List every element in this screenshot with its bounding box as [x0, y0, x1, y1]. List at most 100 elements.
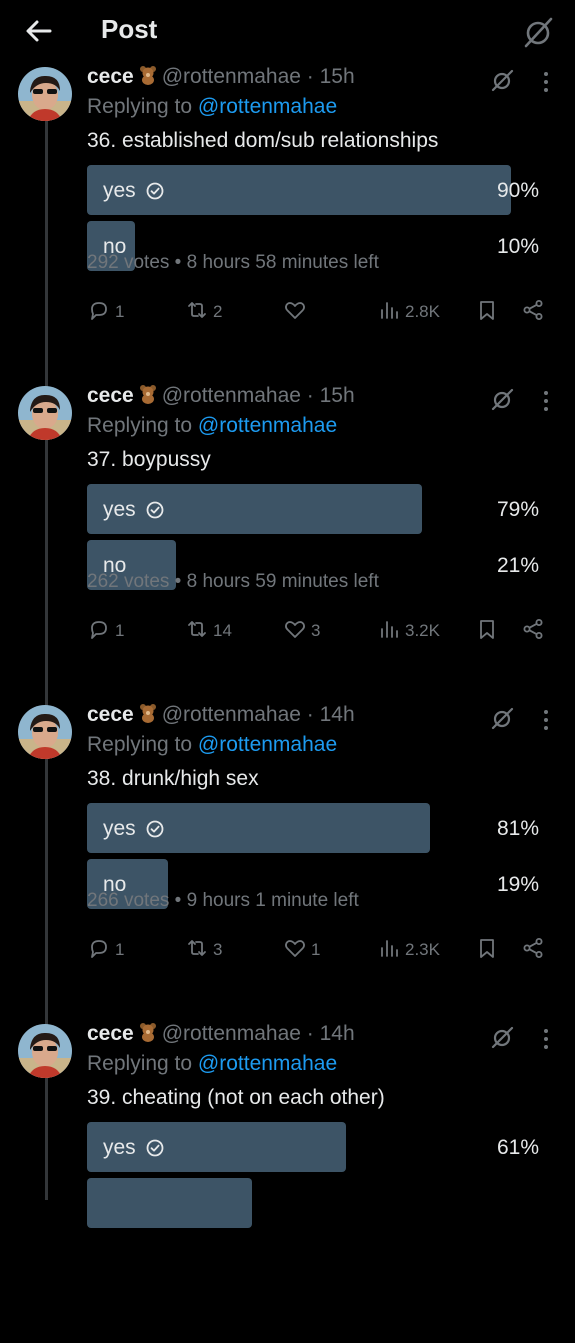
grok-icon[interactable]: [490, 705, 516, 731]
share-icon: [521, 936, 545, 965]
share-button[interactable]: [521, 937, 545, 963]
repost-icon: [185, 298, 209, 327]
tweet-card[interactable]: cece @rottenmahae · 14h Replying to @rot…: [0, 703, 575, 1024]
teddy-bear-emoji-icon: [138, 703, 158, 723]
like-button[interactable]: 1: [283, 937, 320, 963]
grok-icon[interactable]: [490, 67, 516, 93]
heart-icon: [283, 936, 307, 965]
bookmark-button[interactable]: [475, 937, 499, 963]
repost-icon: [185, 617, 209, 646]
replying-to-link[interactable]: @rottenmahae: [198, 95, 337, 118]
more-options-icon[interactable]: [536, 71, 556, 93]
post-time: · 14h: [306, 1022, 355, 1045]
poll-option: yes 90%: [87, 165, 557, 215]
action-bar: 1 3 1 2.3K: [87, 937, 557, 967]
tweet-card[interactable]: cece @rottenmahae · 14h Replying to @rot…: [0, 1022, 575, 1343]
repost-icon: [185, 936, 209, 965]
poll-percentage: 10%: [496, 235, 539, 258]
vote-count: 266 votes: [87, 890, 170, 911]
reply-button[interactable]: 1: [87, 299, 124, 325]
action-count: 1: [115, 621, 125, 640]
tweet-text: 37. boypussy: [87, 448, 211, 471]
author-name[interactable]: cece: [87, 384, 134, 407]
reply-icon: [87, 936, 111, 965]
vote-count: 292 votes: [87, 252, 170, 273]
bookmark-icon: [475, 298, 499, 327]
views-button[interactable]: 2.8K: [377, 299, 440, 325]
author-handle[interactable]: @rottenmahae: [162, 1022, 301, 1045]
replying-to: Replying to @rottenmahae: [87, 1052, 337, 1076]
views-button[interactable]: 2.3K: [377, 937, 440, 963]
tweet-text: 38. drunk/high sex: [87, 767, 259, 790]
poll-option: yes 81%: [87, 803, 557, 853]
tweet-header: cece @rottenmahae · 14h: [87, 1022, 355, 1046]
teddy-bear-emoji-icon: [138, 1022, 158, 1042]
tweet-card[interactable]: cece @rottenmahae · 15h Replying to @rot…: [0, 384, 575, 705]
action-count: 3: [213, 940, 223, 959]
bookmark-button[interactable]: [475, 618, 499, 644]
replying-prefix: Replying to: [87, 414, 193, 437]
author-name[interactable]: cece: [87, 65, 134, 88]
poll-option-label: yes: [103, 817, 164, 841]
poll-stats: 292 votes • 8 hours 58 minutes left: [87, 252, 379, 273]
action-count: 2.8K: [405, 302, 440, 321]
author-name[interactable]: cece: [87, 703, 134, 726]
action-count: 3.2K: [405, 621, 440, 640]
action-count: 1: [311, 940, 321, 959]
author-handle[interactable]: @rottenmahae: [162, 384, 301, 407]
reply-button[interactable]: 1: [87, 937, 124, 963]
replying-to: Replying to @rottenmahae: [87, 733, 337, 757]
more-options-icon[interactable]: [536, 1028, 556, 1050]
time-left: 8 hours 59 minutes left: [186, 571, 379, 592]
avatar[interactable]: [18, 67, 72, 121]
grok-icon[interactable]: [490, 386, 516, 412]
share-button[interactable]: [521, 299, 545, 325]
poll-percentage: 61%: [496, 1136, 539, 1159]
action-count: 2: [213, 302, 223, 321]
more-options-icon[interactable]: [536, 390, 556, 412]
post-time: · 15h: [306, 65, 355, 88]
reply-button[interactable]: 1: [87, 618, 124, 644]
teddy-bear-emoji-icon: [138, 65, 158, 85]
action-count: 14: [213, 621, 232, 640]
poll-percentage: 21%: [496, 554, 539, 577]
share-icon: [521, 617, 545, 646]
bookmark-button[interactable]: [475, 299, 499, 325]
repost-button[interactable]: 3: [185, 937, 222, 963]
author-name[interactable]: cece: [87, 1022, 134, 1045]
author-handle[interactable]: @rottenmahae: [162, 703, 301, 726]
share-button[interactable]: [521, 618, 545, 644]
tweet-text: 39. cheating (not on each other): [87, 1086, 385, 1109]
back-button[interactable]: [22, 14, 56, 48]
avatar[interactable]: [18, 386, 72, 440]
repost-button[interactable]: 2: [185, 299, 222, 325]
like-button[interactable]: 3: [283, 618, 320, 644]
avatar[interactable]: [18, 705, 72, 759]
like-button[interactable]: [283, 299, 311, 325]
poll-option: [87, 1178, 557, 1228]
check-circle-icon: [146, 820, 164, 838]
poll-bar: [87, 1178, 252, 1228]
replying-to-link[interactable]: @rottenmahae: [198, 1052, 337, 1075]
grok-button[interactable]: [521, 14, 557, 50]
tweet-card[interactable]: cece @rottenmahae · 15h Replying to @rot…: [0, 65, 575, 386]
poll-percentage: 90%: [496, 179, 539, 202]
replying-prefix: Replying to: [87, 95, 193, 118]
more-options-icon[interactable]: [536, 709, 556, 731]
reply-icon: [87, 617, 111, 646]
repost-button[interactable]: 14: [185, 618, 232, 644]
replying-to-link[interactable]: @rottenmahae: [198, 414, 337, 437]
grok-icon: [524, 17, 553, 48]
replying-to-link[interactable]: @rottenmahae: [198, 733, 337, 756]
poll-percentage: 79%: [496, 498, 539, 521]
poll-option: yes 61%: [87, 1122, 557, 1172]
author-handle[interactable]: @rottenmahae: [162, 65, 301, 88]
action-count: 3: [311, 621, 321, 640]
post-time: · 15h: [306, 384, 355, 407]
poll-percentage: 81%: [496, 817, 539, 840]
grok-icon[interactable]: [490, 1024, 516, 1050]
views-button[interactable]: 3.2K: [377, 618, 440, 644]
avatar[interactable]: [18, 1024, 72, 1078]
poll-option-label: yes: [103, 179, 164, 203]
teddy-bear-emoji-icon: [138, 384, 158, 404]
